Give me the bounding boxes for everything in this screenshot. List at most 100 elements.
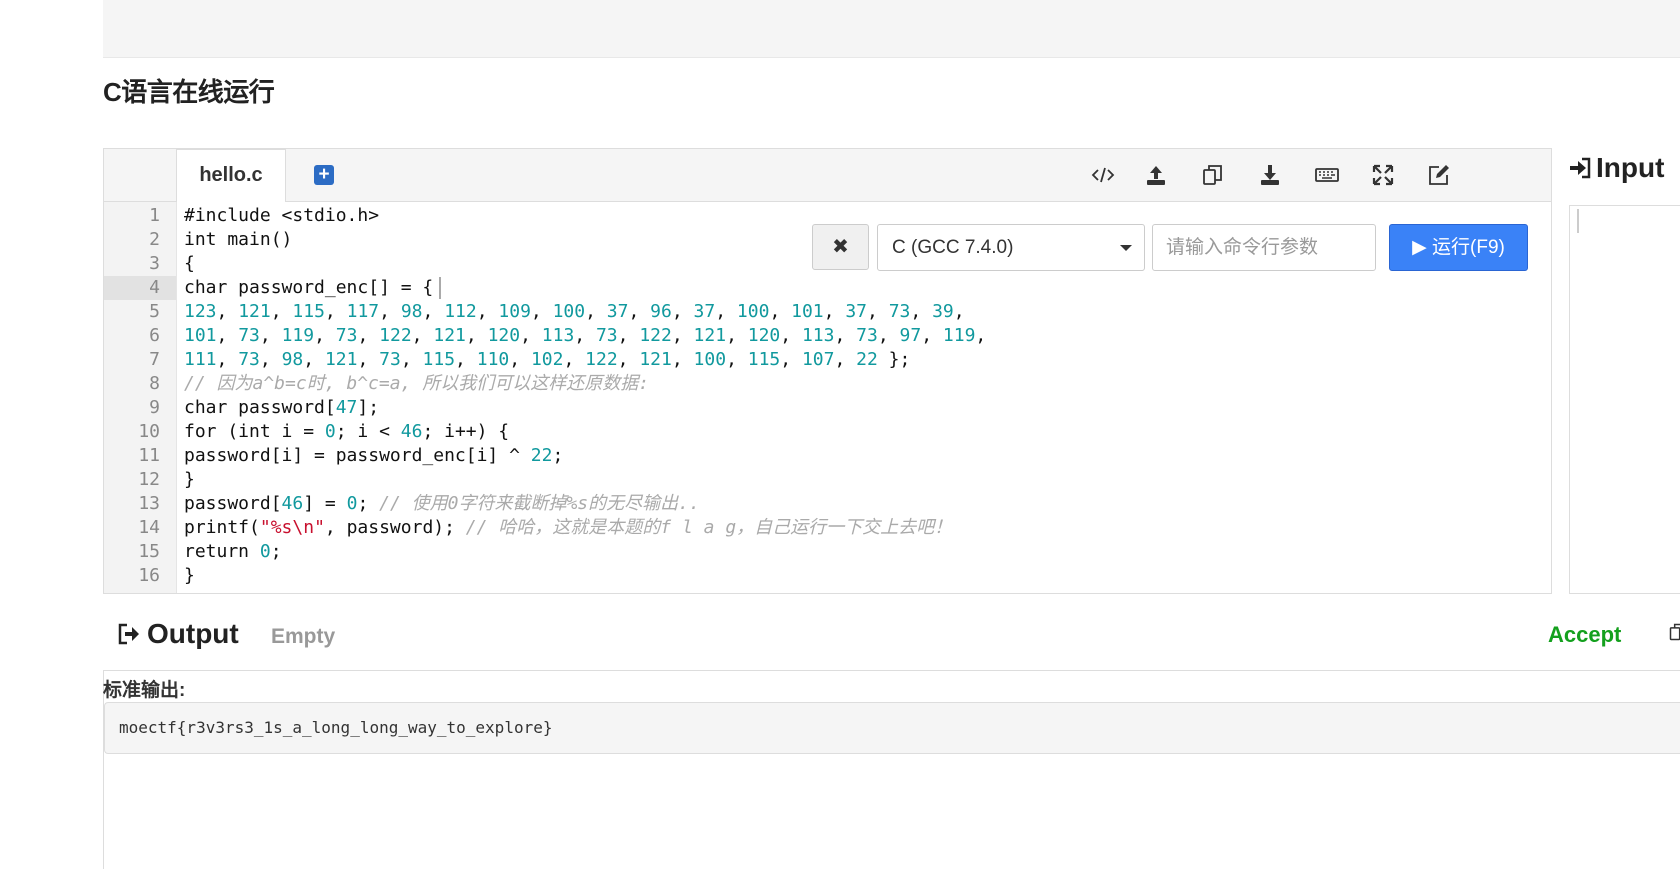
line-number: 5 [149,301,160,322]
code-number: 115 [292,301,325,322]
code-number: 37 [606,301,629,322]
line-gutter: 1 2 3 4 5 6 7 8 9 10 11 12 13 14 15 16 [104,202,177,593]
code-number: 111 [184,349,217,370]
code-separator: , [465,325,488,346]
code-number: 110 [476,349,510,370]
fullscreen-icon[interactable] [1371,163,1397,187]
code-separator: , [509,349,531,370]
code-icon[interactable] [1091,163,1117,187]
code-number: 73 [238,349,260,370]
code-number: 121 [693,325,727,346]
line-number: 1 [149,205,160,226]
code-line: for (int i = 0; i < 46; i++) { [184,420,509,444]
code-line: 123, 121, 115, 117, 98, 112, 109, 100, 3… [184,300,965,324]
code-number: 112 [444,301,477,322]
code-number: 117 [346,301,380,322]
code-line: password[46] = 0; // 使用0字符来截断掉%s的无尽输出.. [184,492,700,516]
code-separator: , [910,301,933,322]
code-number: 120 [487,325,521,346]
code-number: 96 [650,301,672,322]
code-number: 73 [379,349,401,370]
add-tab-icon[interactable]: + [314,165,334,185]
code-text: ; [357,493,380,514]
code-number: 98 [400,301,423,322]
code-separator: , [921,325,943,346]
code-number: 22 [530,445,553,466]
code-number: 100 [736,301,770,322]
code-line: 111, 73, 98, 121, 73, 115, 110, 102, 122… [184,348,910,372]
code-separator: , [270,301,293,322]
code-number: 0 [259,541,271,562]
code-line: { [184,253,195,274]
line-number: 12 [138,469,160,490]
code-comment: // 哈哈，这就是本题的f l a g，自己运行一下交上去吧！ [465,517,953,538]
code-number: 107 [801,349,835,370]
code-number: 122 [639,325,672,346]
code-line: password[i] = password_enc[i] ^ 22; [184,444,563,468]
line-number-active: 4 [104,276,176,300]
code-separator: , [411,325,434,346]
copy-output-icon[interactable] [1668,620,1680,644]
code-separator: , [834,325,857,346]
download-icon[interactable] [1258,163,1284,187]
input-panel-title: Input [1568,152,1664,184]
code-line: } [184,565,195,586]
stdin-input[interactable] [1569,205,1680,594]
code-string: \n" [292,517,325,538]
code-separator: , [520,325,542,346]
editor-tabbar: hello.c + [104,149,1551,202]
code-number: 123 [184,301,217,322]
code-separator: , [574,325,596,346]
code-number: 101 [184,325,217,346]
upload-icon[interactable] [1144,163,1170,187]
copy-icon[interactable] [1201,163,1227,187]
code-text: ; [270,541,282,562]
code-string: " [259,517,271,538]
code-number: 119 [281,325,315,346]
code-number: 121 [238,301,271,322]
code-comment: // 使用0字符来截断掉%s的无尽输出.. [379,493,700,514]
code-text: , password); [324,517,466,538]
code-text: ; i++) { [422,421,510,442]
sign-in-icon [1570,157,1591,179]
stop-button[interactable]: ✖ [812,224,869,270]
run-button[interactable]: ▶ 运行(F9) [1389,224,1528,271]
code-separator: , [726,325,748,346]
code-text: password[ [184,493,282,514]
code-separator: , [216,301,239,322]
code-number: 37 [845,301,868,322]
code-text: password[i] = password_enc[i] ^ [184,445,531,466]
language-select-value: C (GCC 7.4.0) [892,237,1014,258]
code-separator: , [400,349,423,370]
stdout-output: moectf{r3v3rs3_1s_a_long_long_way_to_exp… [104,702,1680,754]
code-separator: , [823,301,846,322]
code-separator: , [780,349,802,370]
code-line: return 0; [184,540,282,564]
language-select[interactable]: C (GCC 7.4.0) [877,224,1145,271]
edit-icon[interactable] [1427,163,1453,187]
code-text: }; [877,349,911,370]
code-separator: , [628,301,651,322]
code-separator: , [617,325,640,346]
command-args-input[interactable] [1152,224,1376,271]
code-number: 0 [346,493,358,514]
code-separator: , [259,349,282,370]
tab-hello-c[interactable]: hello.c [176,149,286,202]
output-panel [103,670,1680,869]
line-number: 8 [149,373,160,394]
code-number: 47 [335,397,358,418]
code-separator: , [671,301,694,322]
code-number: 109 [498,301,531,322]
code-text: char password_enc[] = { [184,277,434,298]
code-text: printf( [184,517,260,538]
code-number: 39 [932,301,954,322]
code-separator: , [357,325,380,346]
line-number: 3 [149,253,160,274]
code-separator: , [216,325,239,346]
code-line: printf("%s\n", password); // 哈哈，这就是本题的f … [184,516,952,540]
code-line: #include <stdio.h> [184,205,380,226]
code-number: 121 [639,349,672,370]
code-separator: , [585,301,607,322]
code-number: 46 [281,493,304,514]
keyboard-icon[interactable] [1315,163,1341,187]
